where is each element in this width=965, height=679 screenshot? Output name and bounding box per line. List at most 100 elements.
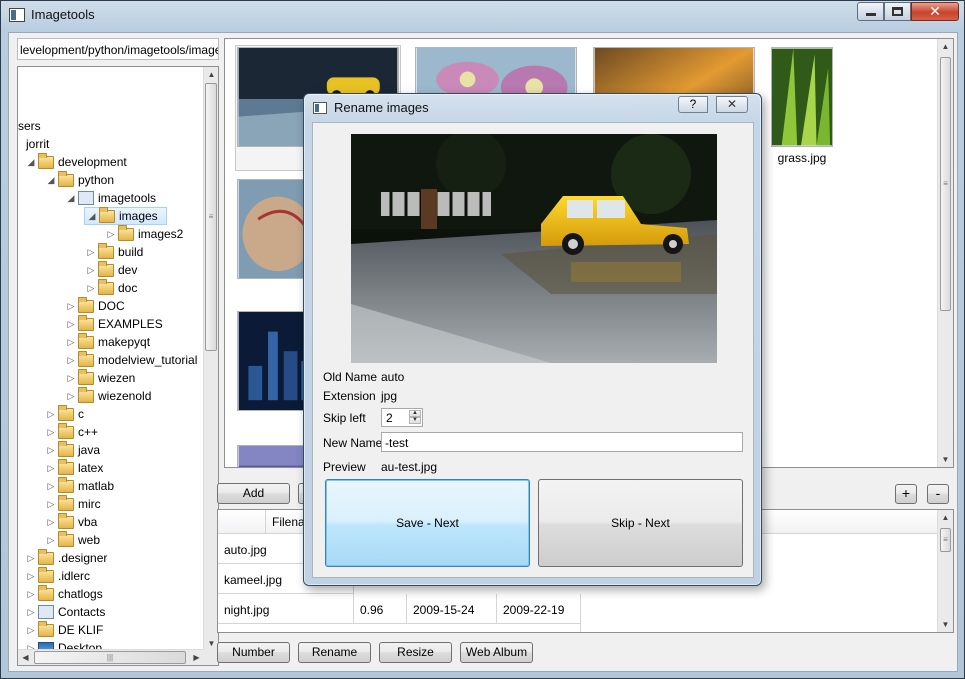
zoom-out-button[interactable]: -	[927, 484, 949, 504]
collapsed-arrow-icon[interactable]: ▷	[84, 281, 98, 295]
tree-item-dev[interactable]: ▷ dev	[84, 260, 137, 279]
tree-item-wiezenold[interactable]: ▷ wiezenold	[64, 386, 151, 405]
table-row[interactable]	[218, 624, 581, 632]
save-next-button[interactable]: Save - Next	[325, 479, 530, 567]
tree-item-python[interactable]: ◢ python	[44, 170, 114, 189]
scroll-right-icon[interactable]: ▶	[189, 650, 204, 665]
tree-item-build[interactable]: ▷ build	[84, 242, 143, 261]
skip-next-button[interactable]: Skip - Next	[538, 479, 743, 567]
web-album-button[interactable]: Web Album	[460, 642, 533, 663]
title-bar[interactable]: Imagetools ✕	[1, 1, 964, 29]
collapsed-arrow-icon[interactable]: ▷	[64, 371, 78, 385]
scroll-up-icon[interactable]: ▲	[204, 67, 218, 82]
table-vertical-scrollbar[interactable]: ▲ ≡ ▼	[937, 510, 953, 632]
tree-item-examples[interactable]: ▷ EXAMPLES	[64, 314, 163, 333]
add-button[interactable]: Add	[217, 483, 290, 504]
tree-item-chatlogs[interactable]: ▷ chatlogs	[24, 584, 103, 603]
number-button[interactable]: Number	[217, 642, 290, 663]
grid-vertical-scrollbar[interactable]: ▲ ≡ ▼	[937, 39, 953, 467]
tree-item-images2[interactable]: ▷ images2	[104, 224, 183, 243]
thumbnail-item[interactable]: grass.jpg	[771, 47, 833, 169]
scroll-up-icon[interactable]: ▲	[938, 510, 953, 525]
scroll-down-icon[interactable]: ▼	[938, 617, 953, 632]
expanded-arrow-icon[interactable]: ◢	[85, 209, 99, 223]
expanded-arrow-icon[interactable]: ◢	[44, 173, 58, 187]
maximize-button[interactable]	[884, 2, 911, 21]
help-button[interactable]: ?	[678, 96, 708, 113]
scroll-down-icon[interactable]: ▼	[938, 452, 953, 467]
collapsed-arrow-icon[interactable]: ▷	[64, 335, 78, 349]
collapsed-arrow-icon[interactable]: ▷	[44, 479, 58, 493]
dialog-close-button[interactable]: ✕	[716, 96, 748, 113]
collapsed-arrow-icon[interactable]: ▷	[44, 461, 58, 475]
tree-item-designer[interactable]: ▷ .designer	[24, 548, 107, 567]
folder-tree[interactable]: sers jorrit ◢ development ◢ python ◢ imagetools…	[17, 66, 219, 666]
tree-item-doc[interactable]: ▷ DOC	[64, 296, 125, 315]
spin-down-icon[interactable]: ▼	[409, 417, 421, 424]
collapsed-arrow-icon[interactable]: ▷	[24, 569, 38, 583]
tree-item-modelview-tutorial[interactable]: ▷ modelview_tutorial	[64, 350, 197, 369]
tree-item-makepyqt[interactable]: ▷ makepyqt	[64, 332, 150, 351]
tree-vertical-scrollbar[interactable]: ▲ ≡ ▼	[203, 67, 218, 665]
tree-horizontal-scrollbar[interactable]: ◀ ||| ▶	[18, 649, 204, 665]
path-input[interactable]: levelopment/python/imagetools/images	[17, 38, 219, 60]
scroll-thumb[interactable]: ≡	[205, 83, 217, 351]
tree-item-vba[interactable]: ▷ vba	[44, 512, 97, 531]
collapsed-arrow-icon[interactable]: ▷	[24, 587, 38, 601]
table-header-cell[interactable]	[218, 510, 266, 534]
collapsed-arrow-icon[interactable]: ▷	[44, 515, 58, 529]
collapsed-arrow-icon[interactable]: ▷	[44, 497, 58, 511]
tree-item-idlerc[interactable]: ▷ .idlerc	[24, 566, 90, 585]
spin-up-icon[interactable]: ▲	[409, 410, 421, 417]
skip-left-spinbox[interactable]: 2 ▲ ▼	[381, 408, 423, 427]
close-button[interactable]: ✕	[911, 2, 959, 21]
collapsed-arrow-icon[interactable]: ▷	[44, 533, 58, 547]
tree-item-sers[interactable]: sers	[18, 117, 41, 135]
scroll-up-icon[interactable]: ▲	[938, 39, 953, 54]
collapsed-arrow-icon[interactable]: ▷	[24, 605, 38, 619]
tree-item-imagetools[interactable]: ◢ imagetools	[64, 189, 156, 207]
zoom-in-button[interactable]: +	[895, 484, 917, 504]
tree-item-c[interactable]: ▷ c++	[44, 422, 98, 441]
rename-button[interactable]: Rename	[298, 642, 371, 663]
tree-item-jorrit[interactable]: jorrit	[18, 135, 49, 153]
table-cell-date[interactable]: 2009-22-19	[497, 594, 581, 624]
collapsed-arrow-icon[interactable]: ▷	[64, 389, 78, 403]
spin-buttons[interactable]: ▲ ▼	[409, 410, 421, 425]
collapsed-arrow-icon[interactable]: ▷	[104, 227, 118, 241]
tree-item-images[interactable]: ◢ images	[84, 206, 167, 225]
scroll-thumb[interactable]: |||	[34, 651, 186, 664]
table-cell-value[interactable]: 0.96	[354, 594, 407, 624]
expanded-arrow-icon[interactable]: ◢	[24, 155, 38, 169]
tree-item-web[interactable]: ▷ web	[44, 530, 100, 549]
collapsed-arrow-icon[interactable]: ▷	[64, 317, 78, 331]
tree-item-mirc[interactable]: ▷ mirc	[44, 494, 101, 513]
minimize-button[interactable]	[857, 2, 884, 21]
collapsed-arrow-icon[interactable]: ▷	[44, 443, 58, 457]
resize-button[interactable]: Resize	[379, 642, 452, 663]
collapsed-arrow-icon[interactable]: ▷	[64, 353, 78, 367]
collapsed-arrow-icon[interactable]: ▷	[24, 551, 38, 565]
tree-item-java[interactable]: ▷ java	[44, 440, 100, 459]
collapsed-arrow-icon[interactable]: ▷	[84, 263, 98, 277]
tree-item-development[interactable]: ◢ development	[24, 152, 127, 171]
tree-item-matlab[interactable]: ▷ matlab	[44, 476, 114, 495]
table-cell-filename[interactable]: night.jpg	[218, 594, 354, 624]
scroll-thumb[interactable]: ≡	[940, 57, 951, 311]
tree-item-c[interactable]: ▷ c	[44, 404, 84, 423]
tree-item-latex[interactable]: ▷ latex	[44, 458, 103, 477]
tree-item-contacts[interactable]: ▷ Contacts	[24, 603, 105, 621]
scroll-thumb[interactable]: ≡	[940, 528, 951, 552]
collapsed-arrow-icon[interactable]: ▷	[64, 299, 78, 313]
tree-item-doc[interactable]: ▷ doc	[84, 278, 137, 297]
expanded-arrow-icon[interactable]: ◢	[64, 191, 78, 205]
collapsed-arrow-icon[interactable]: ▷	[44, 407, 58, 421]
scroll-left-icon[interactable]: ◀	[18, 650, 33, 665]
collapsed-arrow-icon[interactable]: ▷	[84, 245, 98, 259]
table-cell-date[interactable]: 2009-15-24	[407, 594, 497, 624]
new-name-input[interactable]: -test	[381, 432, 743, 452]
tree-item-de-klif[interactable]: ▷ DE KLIF	[24, 620, 103, 639]
collapsed-arrow-icon[interactable]: ▷	[24, 623, 38, 637]
collapsed-arrow-icon[interactable]: ▷	[44, 425, 58, 439]
tree-item-wiezen[interactable]: ▷ wiezen	[64, 368, 135, 387]
